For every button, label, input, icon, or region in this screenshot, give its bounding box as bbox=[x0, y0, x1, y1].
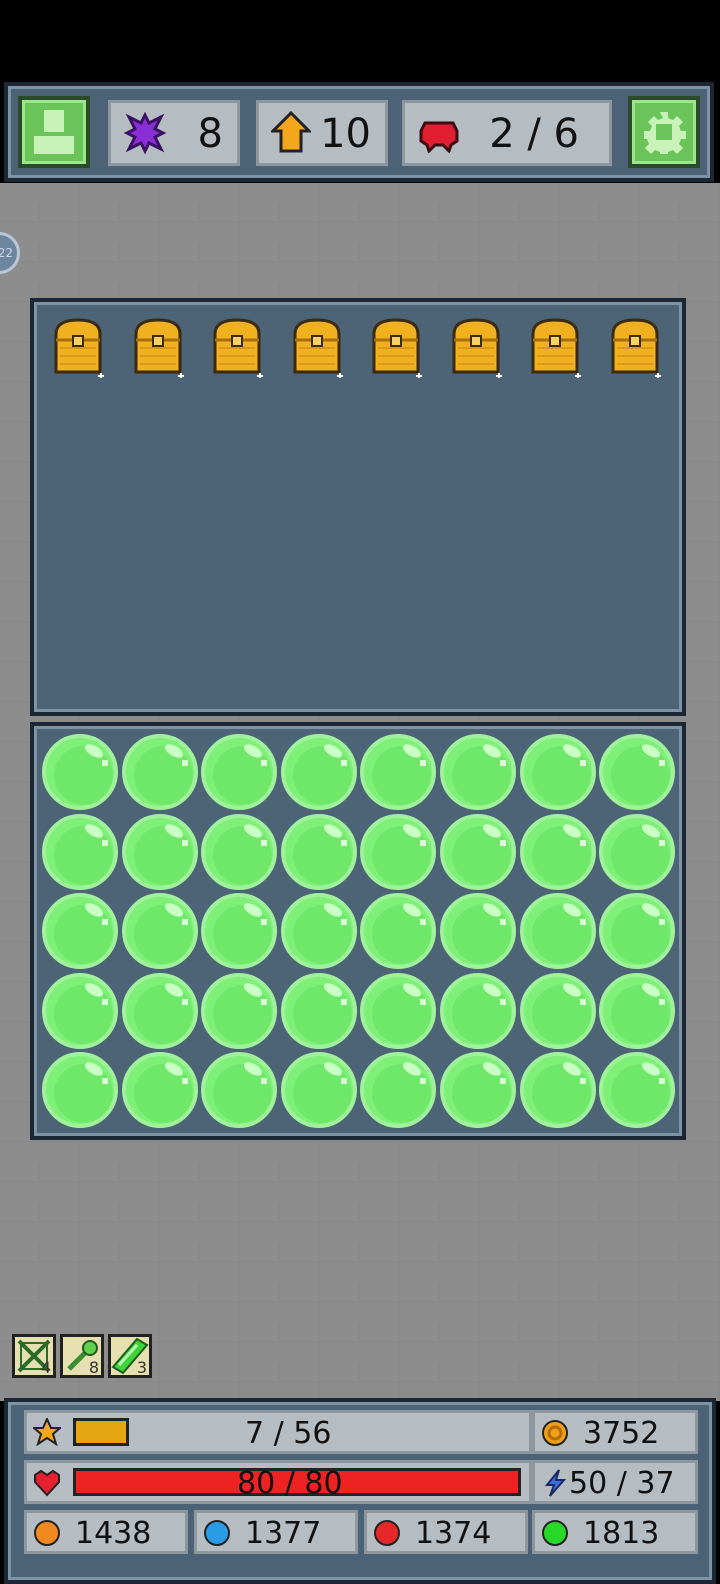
red-resource-cell: 1374 bbox=[364, 1510, 528, 1554]
xp-bar bbox=[73, 1418, 129, 1446]
red-value: 1374 bbox=[415, 1516, 492, 1551]
green-bubble[interactable] bbox=[201, 1052, 278, 1128]
green-bubble[interactable] bbox=[280, 813, 357, 890]
green-bubble[interactable] bbox=[599, 893, 676, 969]
orange-resource-cell: 1438 bbox=[24, 1510, 188, 1554]
red-monster-icon bbox=[419, 121, 459, 153]
green-bubble[interactable] bbox=[360, 813, 437, 890]
green-bubble[interactable] bbox=[519, 734, 596, 810]
red-orb-icon bbox=[374, 1520, 400, 1546]
green-bubble[interactable] bbox=[280, 893, 357, 969]
green-bubble[interactable] bbox=[121, 972, 198, 1049]
green-value: 1813 bbox=[583, 1516, 660, 1551]
blue-value: 1377 bbox=[245, 1516, 322, 1551]
hp-cell: 80 / 80 bbox=[24, 1460, 532, 1504]
green-bubble[interactable] bbox=[121, 893, 198, 969]
green-bubble[interactable] bbox=[201, 813, 278, 890]
skill-count: 8 bbox=[88, 1358, 99, 1377]
green-resource-cell: 1813 bbox=[532, 1510, 698, 1554]
treasure-chest-icon[interactable] bbox=[124, 316, 184, 379]
up-arrow-house-icon bbox=[271, 111, 311, 153]
xp-value: 7 / 56 bbox=[245, 1416, 332, 1451]
green-bubble[interactable] bbox=[121, 813, 198, 890]
green-bubble[interactable] bbox=[201, 893, 278, 969]
lightning-icon bbox=[544, 1469, 567, 1497]
skill-count: 4 bbox=[40, 1358, 51, 1377]
skill-count: 3 bbox=[136, 1358, 147, 1377]
rewards-panel bbox=[30, 298, 686, 716]
green-bubble[interactable] bbox=[599, 972, 676, 1049]
green-bubble[interactable] bbox=[440, 893, 516, 969]
mana-value: 50 / 37 bbox=[569, 1466, 675, 1501]
enemies-value: 2 / 6 bbox=[489, 111, 579, 157]
blue-resource-cell: 1377 bbox=[194, 1510, 358, 1554]
green-bubble[interactable] bbox=[519, 893, 596, 969]
green-bubble[interactable] bbox=[42, 734, 118, 810]
green-bubble[interactable] bbox=[519, 1052, 596, 1128]
enemies-stat: 2 / 6 bbox=[402, 100, 612, 166]
skill-slot-wand[interactable]: 8 bbox=[60, 1334, 104, 1378]
treasure-chest-icon[interactable] bbox=[203, 316, 263, 379]
green-bubble[interactable] bbox=[280, 972, 357, 1049]
level-value: 10 bbox=[320, 111, 371, 157]
green-bubble[interactable] bbox=[440, 813, 516, 890]
green-bubble[interactable] bbox=[599, 813, 676, 890]
gold-value: 3752 bbox=[583, 1416, 660, 1451]
green-bubble[interactable] bbox=[201, 734, 278, 810]
green-bubble[interactable] bbox=[42, 893, 118, 969]
green-bubble[interactable] bbox=[201, 972, 278, 1049]
green-bubble[interactable] bbox=[440, 734, 516, 810]
gear-icon bbox=[644, 112, 686, 154]
skill-slot-swords[interactable]: 4 bbox=[12, 1334, 56, 1378]
xp-cell: 7 / 56 bbox=[24, 1410, 532, 1454]
stats-panel: 7 / 56 3752 80 / 80 50 / 37 1438 1377 13… bbox=[4, 1398, 716, 1584]
level-stat: 10 bbox=[256, 100, 388, 166]
person-icon bbox=[34, 110, 74, 154]
gold-coin-icon bbox=[542, 1420, 568, 1446]
purple-gem-icon bbox=[123, 111, 167, 155]
skill-slot-crystal[interactable]: 3 bbox=[108, 1334, 152, 1378]
side-badge-label: 22 bbox=[0, 246, 13, 260]
treasure-chest-icon[interactable] bbox=[521, 316, 581, 379]
green-bubble[interactable] bbox=[280, 1052, 357, 1128]
green-bubble[interactable] bbox=[121, 734, 198, 810]
green-bubble[interactable] bbox=[360, 893, 437, 969]
treasure-chest-icon[interactable] bbox=[601, 316, 661, 379]
settings-button[interactable] bbox=[628, 96, 700, 168]
mana-cell: 50 / 37 bbox=[532, 1460, 698, 1504]
green-bubble[interactable] bbox=[360, 1052, 437, 1128]
hp-value: 80 / 80 bbox=[237, 1466, 343, 1501]
green-bubble[interactable] bbox=[280, 734, 357, 810]
green-bubble[interactable] bbox=[121, 1052, 198, 1128]
heart-icon bbox=[34, 1469, 60, 1497]
treasure-chest-icon[interactable] bbox=[442, 316, 502, 379]
green-bubble[interactable] bbox=[440, 1052, 516, 1128]
gold-cell: 3752 bbox=[532, 1410, 698, 1454]
treasure-chest-icon[interactable] bbox=[44, 316, 104, 379]
green-bubble[interactable] bbox=[360, 972, 437, 1049]
gems-stat: 8 bbox=[108, 100, 240, 166]
treasure-chest-icon[interactable] bbox=[283, 316, 343, 379]
green-bubble[interactable] bbox=[42, 1052, 118, 1128]
star-icon bbox=[33, 1418, 61, 1446]
green-bubble[interactable] bbox=[599, 1052, 676, 1128]
profile-button[interactable] bbox=[18, 96, 90, 168]
treasure-chest-icon[interactable] bbox=[362, 316, 422, 379]
green-bubble[interactable] bbox=[599, 734, 676, 810]
green-bubble[interactable] bbox=[519, 813, 596, 890]
green-bubble[interactable] bbox=[42, 972, 118, 1049]
green-bubble[interactable] bbox=[519, 972, 596, 1049]
orange-orb-icon bbox=[34, 1520, 60, 1546]
bubble-board bbox=[30, 722, 686, 1140]
gems-value: 8 bbox=[197, 111, 223, 157]
green-bubble[interactable] bbox=[440, 972, 516, 1049]
green-bubble[interactable] bbox=[360, 734, 437, 810]
orange-value: 1438 bbox=[75, 1516, 152, 1551]
green-bubble[interactable] bbox=[42, 813, 118, 890]
blue-orb-icon bbox=[204, 1520, 230, 1546]
green-orb-icon bbox=[542, 1520, 568, 1546]
top-bar: 8 10 2 / 6 bbox=[4, 82, 714, 182]
